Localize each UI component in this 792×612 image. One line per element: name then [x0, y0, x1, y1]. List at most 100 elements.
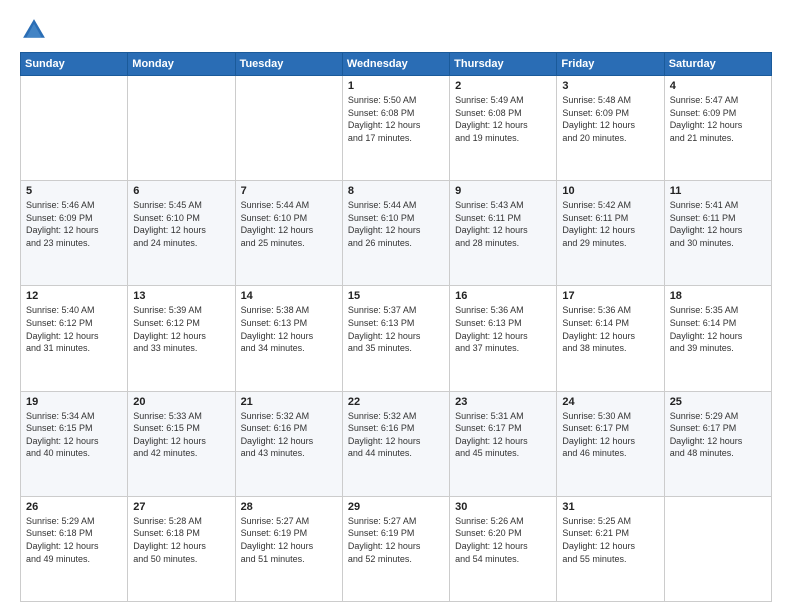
day-number: 11 [670, 185, 766, 197]
calendar-day-cell: 25 Sunrise: 5:29 AM Sunset: 6:17 PM Dayli… [664, 391, 771, 496]
day-number: 18 [670, 290, 766, 302]
calendar-day-cell: 26 Sunrise: 5:29 AM Sunset: 6:18 PM Dayli… [21, 496, 128, 601]
day-info: Sunrise: 5:29 AM Sunset: 6:18 PM Dayligh… [26, 515, 122, 565]
weekday-header: Friday [557, 53, 664, 76]
calendar-day-cell [21, 76, 128, 181]
calendar-table: SundayMondayTuesdayWednesdayThursdayFrid… [20, 52, 772, 602]
calendar-day-cell: 23Sunrise: 5:31 AM Sunset: 6:17 PM Dayli… [450, 391, 557, 496]
calendar-day-cell: 18 Sunrise: 5:35 AM Sunset: 6:14 PM Dayli… [664, 286, 771, 391]
day-info: Sunrise: 5:43 AM Sunset: 6:11 PM Dayligh… [455, 199, 551, 249]
weekday-header: Wednesday [342, 53, 449, 76]
day-info: Sunrise: 5:40 AM Sunset: 6:12 PM Dayligh… [26, 304, 122, 354]
day-number: 27 [133, 501, 229, 513]
day-number: 10 [562, 185, 658, 197]
day-info: Sunrise: 5:37 AM Sunset: 6:13 PM Dayligh… [348, 304, 444, 354]
calendar-day-cell: 21Sunrise: 5:32 AM Sunset: 6:16 PM Dayli… [235, 391, 342, 496]
calendar-day-cell: 8Sunrise: 5:44 AM Sunset: 6:10 PM Daylig… [342, 181, 449, 286]
day-info: Sunrise: 5:28 AM Sunset: 6:18 PM Dayligh… [133, 515, 229, 565]
day-info: Sunrise: 5:42 AM Sunset: 6:11 PM Dayligh… [562, 199, 658, 249]
weekday-header: Tuesday [235, 53, 342, 76]
day-info: Sunrise: 5:45 AM Sunset: 6:10 PM Dayligh… [133, 199, 229, 249]
calendar-day-cell: 12 Sunrise: 5:40 AM Sunset: 6:12 PM Dayli… [21, 286, 128, 391]
calendar-day-cell: 17 Sunrise: 5:36 AM Sunset: 6:14 PM Dayli… [557, 286, 664, 391]
calendar-week-row: 12 Sunrise: 5:40 AM Sunset: 6:12 PM Dayli… [21, 286, 772, 391]
day-number: 4 [670, 80, 766, 92]
calendar-week-row: 1 Sunrise: 5:50 AM Sunset: 6:08 PM Daylig… [21, 76, 772, 181]
calendar-day-cell: 14Sunrise: 5:38 AM Sunset: 6:13 PM Dayli… [235, 286, 342, 391]
day-info: Sunrise: 5:36 AM Sunset: 6:13 PM Dayligh… [455, 304, 551, 354]
day-info: Sunrise: 5:41 AM Sunset: 6:11 PM Dayligh… [670, 199, 766, 249]
day-number: 28 [241, 501, 337, 513]
day-info: Sunrise: 5:49 AM Sunset: 6:08 PM Dayligh… [455, 94, 551, 144]
day-info: Sunrise: 5:32 AM Sunset: 6:16 PM Dayligh… [241, 410, 337, 460]
calendar-week-row: 26 Sunrise: 5:29 AM Sunset: 6:18 PM Dayli… [21, 496, 772, 601]
calendar-day-cell: 3 Sunrise: 5:48 AM Sunset: 6:09 PM Daylig… [557, 76, 664, 181]
day-number: 14 [241, 290, 337, 302]
calendar-header-row: SundayMondayTuesdayWednesdayThursdayFrid… [21, 53, 772, 76]
day-number: 2 [455, 80, 551, 92]
day-info: Sunrise: 5:32 AM Sunset: 6:16 PM Dayligh… [348, 410, 444, 460]
calendar-week-row: 5 Sunrise: 5:46 AM Sunset: 6:09 PM Daylig… [21, 181, 772, 286]
calendar-day-cell: 2 Sunrise: 5:49 AM Sunset: 6:08 PM Daylig… [450, 76, 557, 181]
day-number: 9 [455, 185, 551, 197]
day-number: 12 [26, 290, 122, 302]
calendar-day-cell: 24 Sunrise: 5:30 AM Sunset: 6:17 PM Dayli… [557, 391, 664, 496]
day-info: Sunrise: 5:27 AM Sunset: 6:19 PM Dayligh… [348, 515, 444, 565]
day-number: 29 [348, 501, 444, 513]
day-info: Sunrise: 5:34 AM Sunset: 6:15 PM Dayligh… [26, 410, 122, 460]
calendar-day-cell: 20Sunrise: 5:33 AM Sunset: 6:15 PM Dayli… [128, 391, 235, 496]
day-info: Sunrise: 5:47 AM Sunset: 6:09 PM Dayligh… [670, 94, 766, 144]
day-number: 16 [455, 290, 551, 302]
day-number: 6 [133, 185, 229, 197]
day-number: 31 [562, 501, 658, 513]
day-number: 5 [26, 185, 122, 197]
weekday-header: Thursday [450, 53, 557, 76]
calendar-day-cell: 6 Sunrise: 5:45 AM Sunset: 6:10 PM Daylig… [128, 181, 235, 286]
header [20, 16, 772, 44]
day-info: Sunrise: 5:29 AM Sunset: 6:17 PM Dayligh… [670, 410, 766, 460]
calendar-day-cell: 30 Sunrise: 5:26 AM Sunset: 6:20 PM Dayli… [450, 496, 557, 601]
day-info: Sunrise: 5:27 AM Sunset: 6:19 PM Dayligh… [241, 515, 337, 565]
logo-icon [20, 16, 48, 44]
calendar-day-cell: 15 Sunrise: 5:37 AM Sunset: 6:13 PM Dayli… [342, 286, 449, 391]
day-number: 24 [562, 396, 658, 408]
calendar-day-cell: 7 Sunrise: 5:44 AM Sunset: 6:10 PM Daylig… [235, 181, 342, 286]
day-number: 1 [348, 80, 444, 92]
page: SundayMondayTuesdayWednesdayThursdayFrid… [0, 0, 792, 612]
day-number: 7 [241, 185, 337, 197]
day-info: Sunrise: 5:39 AM Sunset: 6:12 PM Dayligh… [133, 304, 229, 354]
logo [20, 16, 52, 44]
calendar-day-cell: 22Sunrise: 5:32 AM Sunset: 6:16 PM Dayli… [342, 391, 449, 496]
day-info: Sunrise: 5:50 AM Sunset: 6:08 PM Dayligh… [348, 94, 444, 144]
calendar-day-cell: 27 Sunrise: 5:28 AM Sunset: 6:18 PM Dayli… [128, 496, 235, 601]
day-info: Sunrise: 5:33 AM Sunset: 6:15 PM Dayligh… [133, 410, 229, 460]
calendar-day-cell: 11 Sunrise: 5:41 AM Sunset: 6:11 PM Dayli… [664, 181, 771, 286]
calendar-day-cell: 9 Sunrise: 5:43 AM Sunset: 6:11 PM Daylig… [450, 181, 557, 286]
calendar-day-cell: 13Sunrise: 5:39 AM Sunset: 6:12 PM Dayli… [128, 286, 235, 391]
day-number: 3 [562, 80, 658, 92]
calendar-day-cell: 31 Sunrise: 5:25 AM Sunset: 6:21 PM Dayli… [557, 496, 664, 601]
calendar-day-cell: 29 Sunrise: 5:27 AM Sunset: 6:19 PM Dayli… [342, 496, 449, 601]
calendar-day-cell: 1 Sunrise: 5:50 AM Sunset: 6:08 PM Daylig… [342, 76, 449, 181]
day-info: Sunrise: 5:30 AM Sunset: 6:17 PM Dayligh… [562, 410, 658, 460]
day-info: Sunrise: 5:44 AM Sunset: 6:10 PM Dayligh… [241, 199, 337, 249]
day-info: Sunrise: 5:46 AM Sunset: 6:09 PM Dayligh… [26, 199, 122, 249]
day-info: Sunrise: 5:26 AM Sunset: 6:20 PM Dayligh… [455, 515, 551, 565]
day-info: Sunrise: 5:36 AM Sunset: 6:14 PM Dayligh… [562, 304, 658, 354]
weekday-header: Saturday [664, 53, 771, 76]
day-info: Sunrise: 5:48 AM Sunset: 6:09 PM Dayligh… [562, 94, 658, 144]
day-number: 15 [348, 290, 444, 302]
day-number: 19 [26, 396, 122, 408]
calendar-day-cell [235, 76, 342, 181]
day-info: Sunrise: 5:31 AM Sunset: 6:17 PM Dayligh… [455, 410, 551, 460]
calendar-day-cell [664, 496, 771, 601]
day-number: 17 [562, 290, 658, 302]
weekday-header: Sunday [21, 53, 128, 76]
calendar-day-cell: 4 Sunrise: 5:47 AM Sunset: 6:09 PM Daylig… [664, 76, 771, 181]
day-info: Sunrise: 5:25 AM Sunset: 6:21 PM Dayligh… [562, 515, 658, 565]
day-number: 30 [455, 501, 551, 513]
day-info: Sunrise: 5:35 AM Sunset: 6:14 PM Dayligh… [670, 304, 766, 354]
calendar-week-row: 19 Sunrise: 5:34 AM Sunset: 6:15 PM Dayli… [21, 391, 772, 496]
day-number: 25 [670, 396, 766, 408]
day-number: 26 [26, 501, 122, 513]
